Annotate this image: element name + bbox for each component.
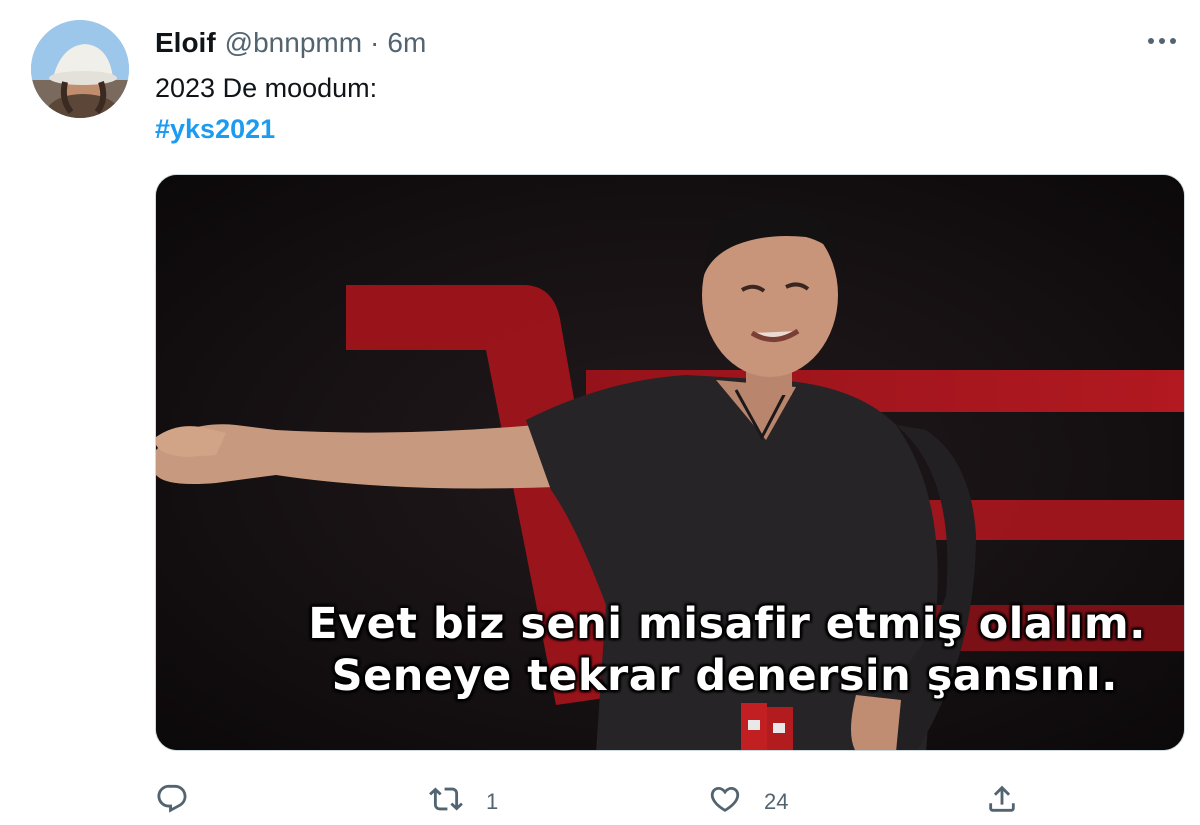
tweet-text: 2023 De moodum: (155, 73, 378, 103)
retweet-button[interactable]: 1 (428, 780, 498, 824)
hashtag-link[interactable]: #yks2021 (155, 113, 275, 146)
tweet-actions: 1 24 (155, 780, 1185, 824)
heart-icon (708, 782, 742, 822)
share-button[interactable] (985, 780, 1019, 824)
user-handle[interactable]: @bnnpmm (225, 26, 362, 60)
retweet-count: 1 (486, 789, 499, 814)
avatar[interactable] (31, 20, 129, 118)
tweet: Eloif @bnnpmm · 6m 2023 De moodum: #yks2… (0, 0, 1200, 825)
more-icon (1147, 32, 1177, 50)
tweet-header: Eloif @bnnpmm · 6m (155, 26, 426, 60)
media-caption-line2: Seneye tekrar denersin şansını. (331, 651, 1118, 701)
timestamp[interactable]: 6m (387, 26, 426, 60)
share-icon (985, 782, 1019, 822)
reply-button[interactable] (155, 780, 189, 824)
more-button[interactable] (1140, 26, 1184, 56)
tweet-media[interactable]: Evet biz seni misafir etmiş olalım. Sene… (155, 174, 1185, 751)
reply-icon (155, 782, 189, 822)
media-caption-line1: Evet biz seni misafir etmiş olalım. (308, 599, 1146, 649)
separator-dot: · (370, 27, 380, 58)
like-button[interactable]: 24 (708, 780, 788, 824)
display-name[interactable]: Eloif (155, 26, 216, 60)
retweet-icon (428, 782, 464, 822)
like-count: 24 (764, 789, 789, 814)
